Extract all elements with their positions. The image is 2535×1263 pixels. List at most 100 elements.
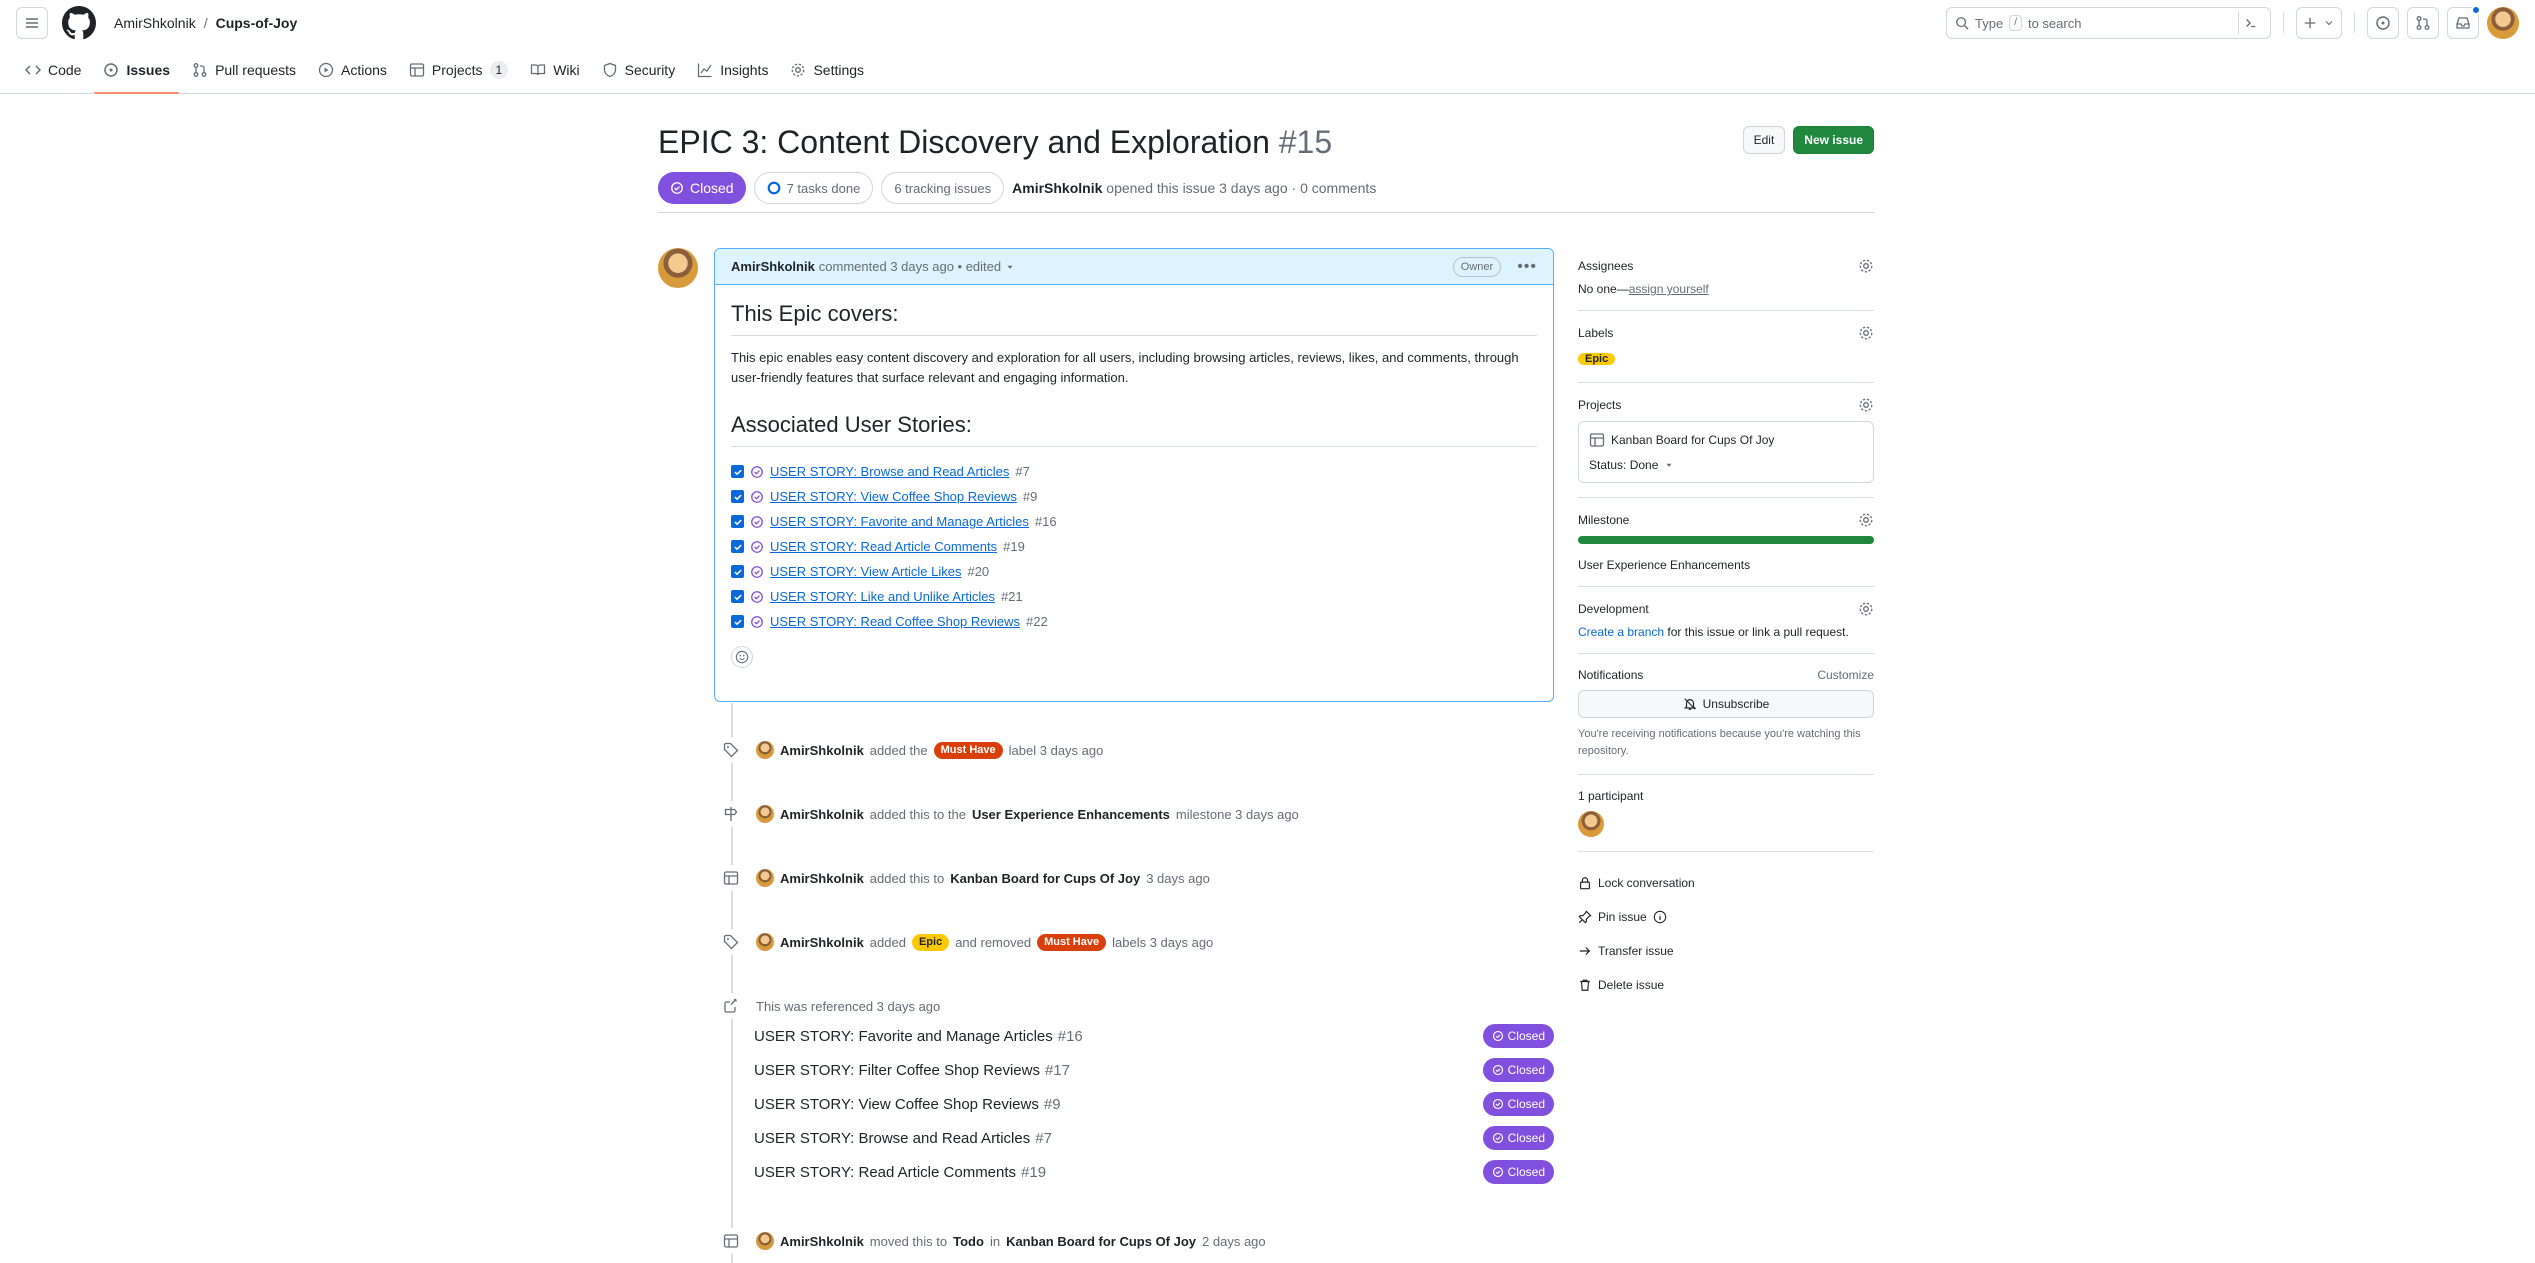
project-status-select[interactable]: Status: Done [1589,458,1658,472]
search-input[interactable]: Type / to search [1946,7,2271,39]
referenced-issue-link[interactable]: USER STORY: Read Article Comments [754,1164,1016,1181]
user-avatar[interactable] [2487,7,2519,39]
tab-security[interactable]: Security [593,47,685,93]
event-avatar[interactable] [756,741,774,759]
issue-opened-icon [104,63,119,77]
tab-projects[interactable]: Projects 1 [400,47,517,93]
referenced-issue-link[interactable]: USER STORY: Filter Coffee Shop Reviews [754,1062,1040,1079]
issue-state-label: Closed [690,180,734,196]
referenced-issue-link[interactable]: USER STORY: Favorite and Manage Articles [754,1028,1053,1045]
project-link[interactable]: Kanban Board for Cups Of Joy [1006,1234,1196,1249]
unsubscribe-button[interactable]: Unsubscribe [1578,690,1874,718]
event-author[interactable]: AmirShkolnik [780,807,864,822]
create-branch-link[interactable]: Create a branch [1578,625,1664,639]
pin-issue-button[interactable]: Pin issue [1578,900,1874,934]
task-link[interactable]: USER STORY: View Coffee Shop Reviews [770,489,1017,504]
comment-meta: commented 3 days ago • edited [818,259,1002,274]
delete-issue-button[interactable]: Delete issue [1578,968,1874,1002]
referenced-issue-link[interactable]: USER STORY: View Coffee Shop Reviews [754,1096,1039,1113]
tab-insights[interactable]: Insights [688,47,777,93]
event-avatar[interactable] [756,805,774,823]
delete-label: Delete issue [1598,978,1665,992]
task-checkbox[interactable] [731,540,744,553]
tab-wiki[interactable]: Wiki [521,47,588,93]
task-checkbox[interactable] [731,590,744,603]
event-author[interactable]: AmirShkolnik [780,1234,864,1249]
tracking-issues-pill[interactable]: 6 tracking issues [881,172,1005,204]
task-link[interactable]: USER STORY: Read Article Comments [770,539,997,554]
tab-actions[interactable]: Actions [309,47,396,93]
lock-conversation-button[interactable]: Lock conversation [1578,866,1874,900]
pull-requests-button[interactable] [2407,7,2439,39]
owner-badge: Owner [1452,256,1502,277]
label-epic[interactable]: Epic [1578,353,1616,365]
new-issue-button[interactable]: New issue [1793,126,1874,154]
development-text: for this issue or link a pull request. [1667,625,1849,639]
task-link[interactable]: USER STORY: Browse and Read Articles [770,464,1009,479]
issues-button[interactable] [2367,7,2399,39]
label-epic[interactable]: Epic [911,933,950,951]
tab-settings[interactable]: Settings [781,47,873,93]
referenced-issue-number: #7 [1035,1129,1052,1147]
event-author[interactable]: AmirShkolnik [780,935,864,950]
add-reaction-button[interactable] [731,646,753,668]
info-icon[interactable] [1653,910,1667,924]
customize-link[interactable]: Customize [1817,668,1874,682]
labels-title: Labels [1578,326,1614,340]
owner-link[interactable]: AmirShkolnik [114,15,196,31]
command-palette-icon[interactable] [2238,12,2262,34]
task-checkbox[interactable] [731,565,744,578]
create-new-button[interactable] [2296,7,2342,39]
event-author[interactable]: AmirShkolnik [780,871,864,886]
task-link[interactable]: USER STORY: Like and Unlike Articles [770,589,995,604]
task-number: #16 [1034,514,1057,529]
caret-down-icon[interactable] [1664,460,1674,470]
issue-author[interactable]: AmirShkolnik [1012,180,1102,196]
label-must-have[interactable]: Must Have [1037,933,1107,951]
project-link[interactable]: Kanban Board for Cups Of Joy [950,871,1140,886]
edit-button[interactable]: Edit [1742,126,1786,154]
event-avatar[interactable] [756,933,774,951]
task-checkbox[interactable] [731,490,744,503]
kebab-horizontal-icon[interactable]: ••• [1517,258,1537,276]
comment-author[interactable]: AmirShkolnik [731,259,815,274]
tab-label: Wiki [553,62,580,78]
task-checkbox[interactable] [731,515,744,528]
tasks-done-pill[interactable]: 7 tasks done [753,172,874,204]
gear-icon[interactable] [1858,325,1874,341]
tab-label: Code [48,62,82,78]
closed-badge: Closed [1482,1092,1554,1116]
referenced-issue-link[interactable]: USER STORY: Browse and Read Articles [754,1130,1030,1147]
task-link[interactable]: USER STORY: View Article Likes [770,564,961,579]
github-logo-icon[interactable] [62,6,96,40]
task-checkbox[interactable] [731,615,744,628]
comment-author-avatar[interactable] [658,248,698,288]
event-avatar[interactable] [756,869,774,887]
milestone-name[interactable]: User Experience Enhancements [1578,558,1874,572]
task-link[interactable]: USER STORY: Read Coffee Shop Reviews [770,614,1020,629]
transfer-issue-button[interactable]: Transfer issue [1578,934,1874,968]
event-author[interactable]: AmirShkolnik [780,743,864,758]
inbox-button[interactable] [2447,5,2481,39]
issue-closed-icon [1492,1030,1503,1042]
gear-icon[interactable] [1858,397,1874,413]
repo-link[interactable]: Cups-of-Joy [216,15,298,31]
task-link[interactable]: USER STORY: Favorite and Manage Articles [770,514,1029,529]
participant-avatar[interactable] [1578,811,1604,837]
milestone-link[interactable]: User Experience Enhancements [972,807,1170,822]
task-checkbox[interactable] [731,465,744,478]
assign-yourself-link[interactable]: assign yourself [1629,282,1709,296]
timeline-line [731,703,733,1263]
project-name-link[interactable]: Kanban Board for Cups Of Joy [1611,433,1774,447]
gear-icon[interactable] [1858,512,1874,528]
tab-pull-requests[interactable]: Pull requests [183,47,305,93]
gear-icon[interactable] [1858,601,1874,617]
gear-icon[interactable] [1858,258,1874,274]
menu-button[interactable] [16,7,48,39]
event-avatar[interactable] [756,1232,774,1250]
caret-down-icon[interactable] [1005,262,1015,272]
tab-code[interactable]: Code [16,47,90,93]
notifications-title: Notifications [1578,668,1644,682]
tab-issues[interactable]: Issues [94,47,179,94]
label-must-have[interactable]: Must Have [933,741,1003,759]
